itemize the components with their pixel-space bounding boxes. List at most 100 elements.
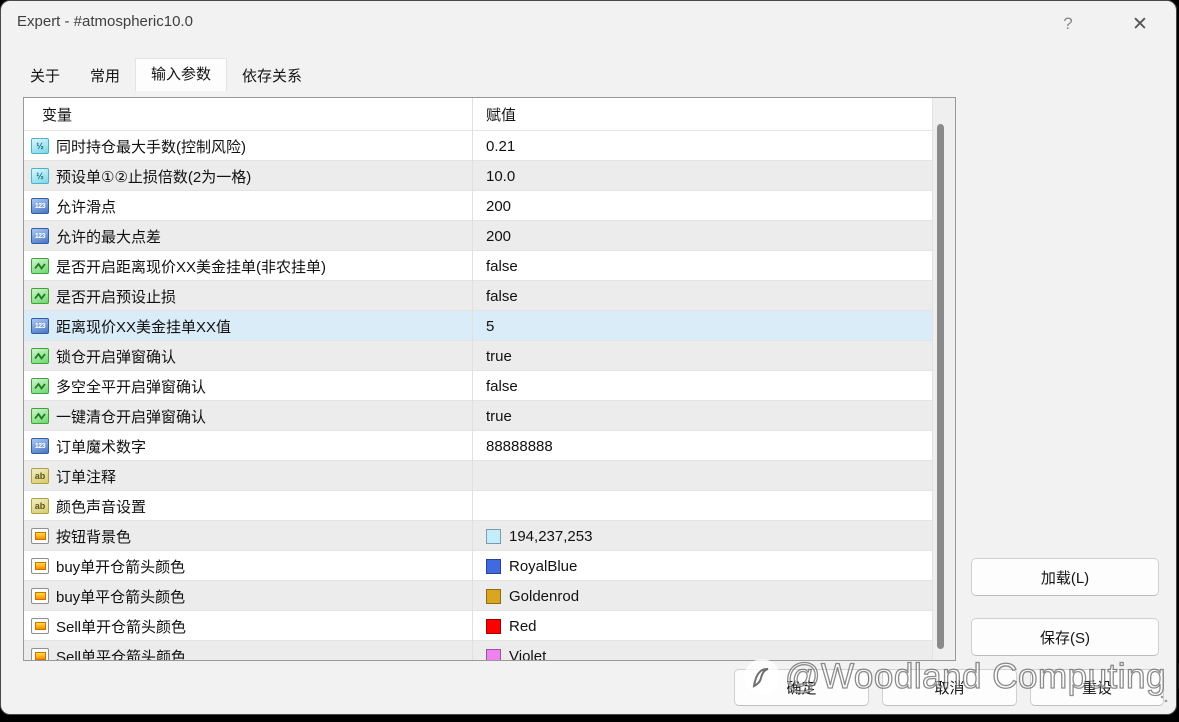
param-value-cell[interactable]: false [472,378,933,395]
table-row[interactable]: 123 允许的最大点差 200 [24,221,933,251]
param-name-cell: Sell单开仓箭头颜色 [24,616,472,637]
param-name-cell: ab 订单注释 [24,466,472,487]
scrollbar-thumb[interactable] [937,124,944,649]
param-value: Violet [509,647,547,661]
table-row[interactable]: 一键清仓开启弹窗确认 true [24,401,933,431]
table-header: 变量 赋值 [24,98,955,131]
close-icon[interactable]: ✕ [1125,9,1155,39]
param-label: 距离现价XX美金挂单XX值 [56,318,232,336]
int-type-icon: 123 [31,198,49,214]
save-button[interactable]: 保存(S) [971,618,1159,656]
param-value: 200 [486,227,512,245]
param-label: 允许的最大点差 [56,228,162,246]
help-icon[interactable]: ? [1053,9,1083,39]
parameters-table: 变量 赋值 ½ 同时持仓最大手数(控制风险) 0.21 ½ 预设单①②止损倍数(2为一格… [23,97,956,661]
cancel-button[interactable]: 取消 [882,669,1017,706]
param-value: false [486,257,518,275]
param-value-cell[interactable]: true [472,348,933,365]
param-name-cell: ½ 同时持仓最大手数(控制风险) [24,136,472,157]
param-label: 预设单①②止损倍数(2为一格) [56,168,252,186]
param-value-cell[interactable]: 5 [472,318,933,335]
color-gradient [34,652,46,660]
color-swatch [486,528,501,544]
load-button[interactable]: 加载(L) [971,558,1159,596]
color-swatch [486,558,501,574]
table-row[interactable]: ½ 同时持仓最大手数(控制风险) 0.21 [24,131,933,161]
tab-关于[interactable]: 关于 [15,63,75,91]
param-name-cell: 是否开启预设止损 [24,286,472,307]
param-value-cell[interactable]: 88888888 [472,438,933,455]
param-value-cell[interactable]: 0.21 [472,138,933,155]
param-value-cell[interactable]: 10.0 [472,168,933,185]
param-name-cell: buy单平仓箭头颜色 [24,586,472,607]
table-row[interactable]: ab 颜色声音设置 [24,491,933,521]
table-row[interactable]: 多空全平开启弹窗确认 false [24,371,933,401]
param-label: 颜色声音设置 [56,498,147,516]
color-type-icon [31,588,49,604]
param-name-cell: 123 允许滑点 [24,196,472,217]
table-row[interactable]: ½ 预设单①②止损倍数(2为一格) 10.0 [24,161,933,191]
bool-type-icon [31,258,49,274]
param-name-cell: ab 颜色声音设置 [24,496,472,517]
param-value-cell[interactable]: false [472,288,933,305]
table-row[interactable]: 按钮背景色 194,237,253 [24,521,933,551]
bool-type-icon [31,348,49,364]
param-name-cell: 123 允许的最大点差 [24,226,472,247]
double-type-icon: ½ [31,138,49,154]
tab-输入参数[interactable]: 输入参数 [135,58,228,91]
vertical-scrollbar[interactable] [932,98,955,660]
param-value-cell[interactable]: Violet [472,647,933,661]
table-row[interactable]: 是否开启距离现价XX美金挂单(非农挂单) false [24,251,933,281]
param-value: 5 [486,317,495,335]
param-label: 按钮背景色 [56,528,132,546]
resize-grip[interactable] [1160,695,1168,703]
param-value-cell[interactable]: 194,237,253 [472,528,933,545]
param-label: 一键清仓开启弹窗确认 [56,408,207,426]
param-value: RoyalBlue [509,557,578,575]
table-row[interactable]: 123 订单魔术数字 88888888 [24,431,933,461]
param-value-cell[interactable]: 200 [472,228,933,245]
reset-button[interactable]: 重设 [1030,669,1164,706]
param-name-cell: buy单开仓箭头颜色 [24,556,472,577]
param-label: 订单魔术数字 [56,438,147,456]
param-name-cell: 是否开启距离现价XX美金挂单(非农挂单) [24,256,472,277]
param-label: 是否开启距离现价XX美金挂单(非农挂单) [56,258,327,276]
table-row[interactable]: buy单开仓箭头颜色 RoyalBlue [24,551,933,581]
param-value-cell[interactable]: RoyalBlue [472,558,933,575]
string-type-icon: ab [31,468,49,484]
expert-properties-dialog: Expert - #atmospheric10.0 ? ✕ 关于 常用 输入参数 依存… [0,0,1179,715]
param-name-cell: 多空全平开启弹窗确认 [24,376,472,397]
param-value-cell[interactable]: Red [472,618,933,635]
param-name-cell: ½ 预设单①②止损倍数(2为一格) [24,166,472,187]
int-type-icon: 123 [31,318,49,334]
color-type-icon [31,618,49,634]
param-label: 订单注释 [56,468,117,486]
table-row[interactable]: 是否开启预设止损 false [24,281,933,311]
table-row[interactable]: ab 订单注释 [24,461,933,491]
table-row[interactable]: Sell单开仓箭头颜色 Red [24,611,933,641]
color-gradient [34,562,46,570]
param-value-cell[interactable]: false [472,258,933,275]
param-label: buy单平仓箭头颜色 [56,588,186,606]
value-column-header: 赋值 [486,107,517,124]
table-row[interactable]: 锁仓开启弹窗确认 true [24,341,933,371]
param-name-cell: 123 订单魔术数字 [24,436,472,457]
column-divider [472,98,473,660]
color-type-icon [31,648,49,660]
color-swatch [486,588,501,604]
param-value-cell[interactable]: 200 [472,198,933,215]
table-row[interactable]: 123 距离现价XX美金挂单XX值 5 [24,311,933,341]
param-value-cell[interactable]: true [472,408,933,425]
tab-常用[interactable]: 常用 [75,63,135,91]
param-value: Red [509,617,537,635]
param-label: 是否开启预设止损 [56,288,177,306]
table-row[interactable]: 123 允许滑点 200 [24,191,933,221]
ok-button[interactable]: 确定 [734,669,869,706]
table-row[interactable]: Sell单平仓箭头颜色 Violet [24,641,933,661]
table-row[interactable]: buy单平仓箭头颜色 Goldenrod [24,581,933,611]
param-value-cell[interactable]: Goldenrod [472,588,933,605]
tab-依存关系[interactable]: 依存关系 [227,63,317,91]
param-value: 200 [486,197,512,215]
param-value: 0.21 [486,137,516,155]
param-value: false [486,377,518,395]
